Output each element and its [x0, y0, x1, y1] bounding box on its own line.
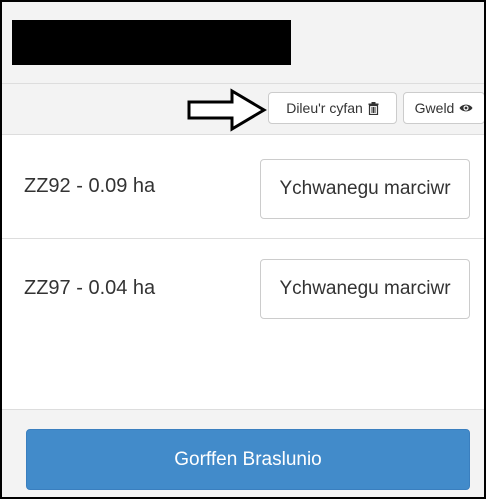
delete-all-label: Dileu'r cyfan: [286, 100, 363, 116]
arrow-right-outline-icon: [187, 88, 267, 132]
header: [2, 2, 484, 84]
redacted-title: [12, 20, 291, 65]
add-marker-button[interactable]: Ychwanegu marciwr: [260, 259, 470, 319]
eye-icon: [459, 103, 473, 113]
delete-all-button[interactable]: Dileu'r cyfan: [268, 92, 397, 124]
parcel-label: ZZ97 - 0.04 ha: [24, 277, 156, 299]
parcel-row: ZZ97 - 0.04 ha Ychwanegu marciwr: [2, 239, 484, 342]
footer: Gorffen Braslunio: [2, 409, 484, 497]
parcel-row: ZZ92 - 0.09 ha Ychwanegu marciwr: [2, 135, 484, 239]
app-frame: Dileu'r cyfan Gweld ZZ92 - 0.09 ha Ychwa…: [0, 0, 486, 499]
add-marker-button[interactable]: Ychwanegu marciwr: [260, 159, 470, 219]
finish-sketching-button[interactable]: Gorffen Braslunio: [26, 429, 470, 490]
trash-icon: [368, 101, 379, 115]
parcel-label: ZZ92 - 0.09 ha: [24, 175, 156, 197]
view-button[interactable]: Gweld: [403, 92, 484, 124]
view-label: Gweld: [414, 100, 455, 116]
